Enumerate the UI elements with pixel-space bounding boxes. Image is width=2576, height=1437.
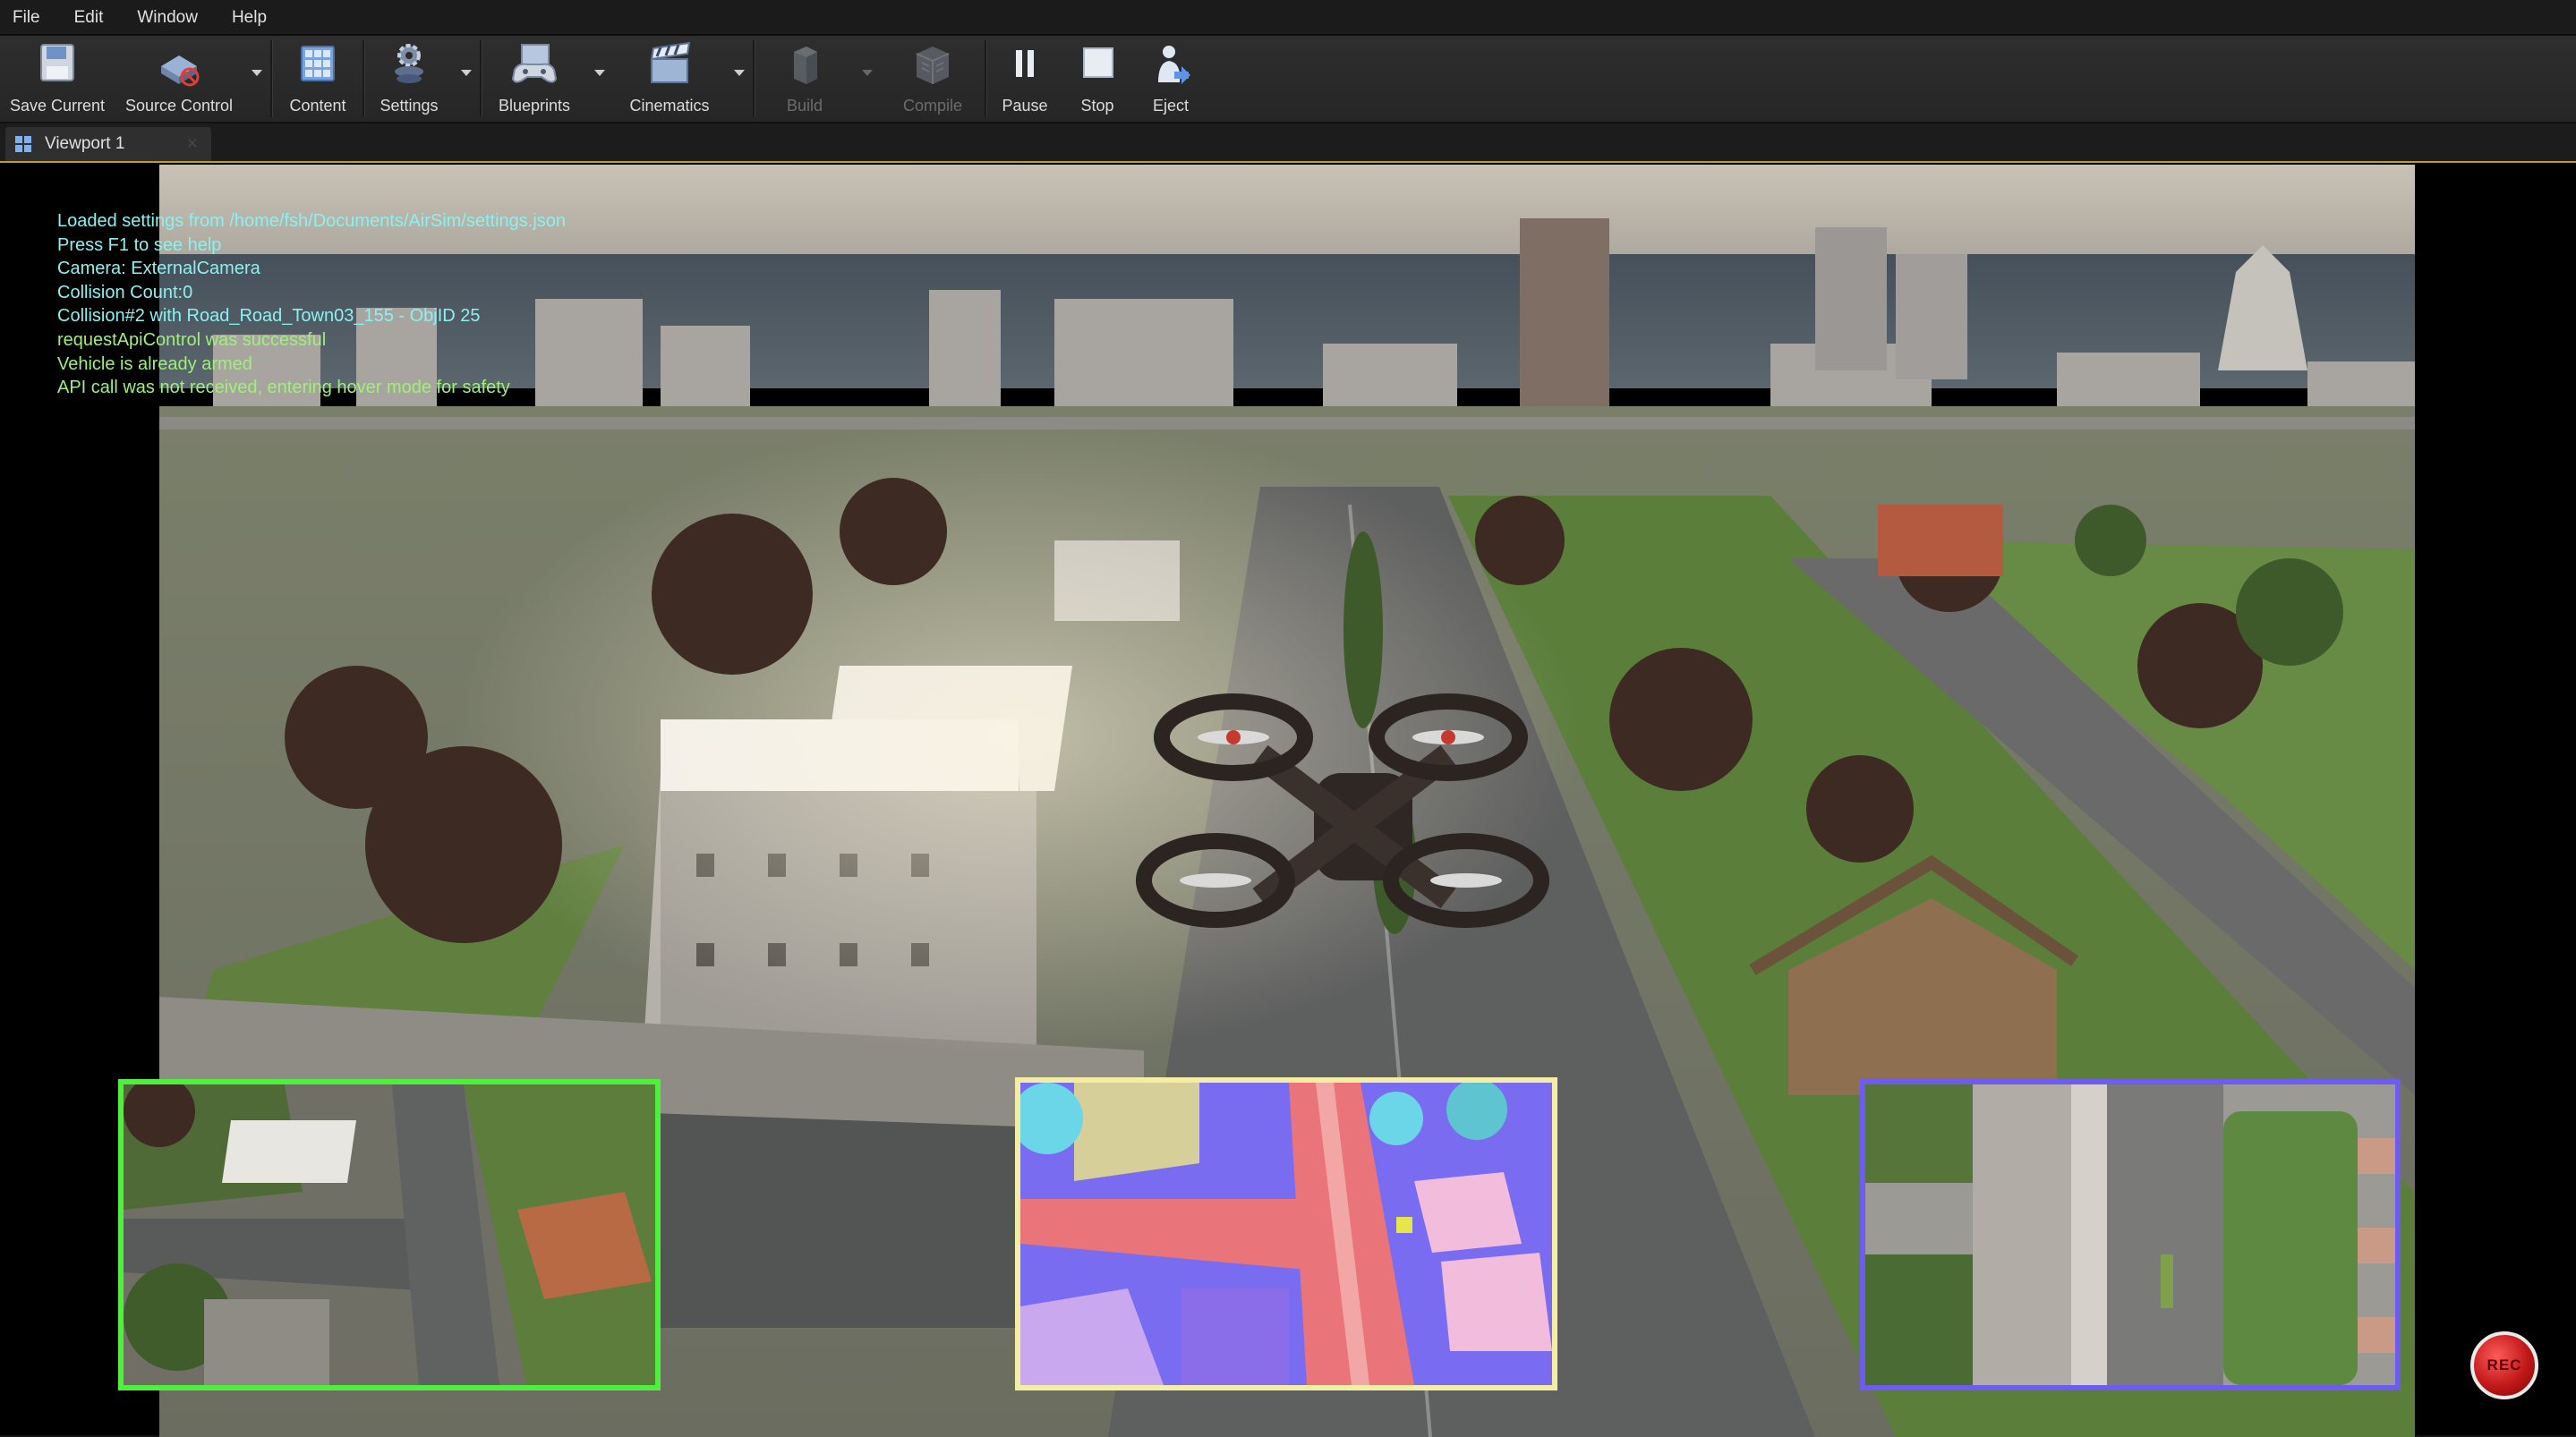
log-line: Loaded settings from /home/fsh/Documents… <box>57 211 567 231</box>
log-line: Collision#2 with Road_Road_Town03_155 - … <box>57 306 481 327</box>
chevron-down-icon <box>734 70 745 76</box>
blueprints-dropdown[interactable] <box>586 36 613 122</box>
menu-window[interactable]: Window <box>137 8 198 28</box>
cinematics-label: Cinematics <box>629 97 710 115</box>
log-line: Camera: ExternalCamera <box>57 259 260 279</box>
floppy-disk-icon <box>40 44 74 81</box>
pause-label: Pause <box>1002 97 1048 115</box>
chevron-down-icon <box>862 70 873 76</box>
settings-gears-icon <box>395 44 423 83</box>
viewport-grid-icon <box>15 136 31 152</box>
settings-dropdown[interactable] <box>453 36 480 122</box>
close-icon[interactable]: ✕ <box>186 135 199 153</box>
source-control-button[interactable]: Source Control <box>115 36 243 122</box>
clapperboard-icon <box>650 41 691 83</box>
stop-button[interactable]: Stop <box>1062 36 1132 122</box>
chevron-down-icon <box>594 70 605 76</box>
subwindow-bottom-camera <box>1860 1079 2401 1390</box>
blueprints-button[interactable]: Blueprints <box>482 36 586 122</box>
scene-camera-image <box>124 1084 655 1385</box>
source-control-label: Source Control <box>124 97 234 115</box>
menu-edit[interactable]: Edit <box>74 8 104 28</box>
segmentation-image <box>1020 1083 1552 1385</box>
pause-button[interactable]: Pause <box>987 36 1062 122</box>
content-button[interactable]: Content <box>273 36 363 122</box>
settings-button[interactable]: Settings <box>365 36 453 122</box>
save-current-label: Save Current <box>9 97 106 115</box>
subwindow-segmentation <box>1015 1077 1557 1390</box>
eject-label: Eject <box>1152 97 1190 115</box>
compile-label: Compile <box>902 97 963 115</box>
compile-cube-icon <box>916 47 950 84</box>
log-line: Collision Count:0 <box>57 282 193 302</box>
save-current-button[interactable]: Save Current <box>0 36 115 122</box>
settings-label: Settings <box>380 97 439 115</box>
menu-file[interactable]: File <box>13 8 40 28</box>
build-dropdown[interactable] <box>854 36 881 122</box>
log-line: requestApiControl was successful <box>57 329 327 350</box>
tab-viewport-1[interactable]: Viewport 1 ✕ <box>5 127 211 161</box>
build-button[interactable]: Build <box>755 36 854 122</box>
blueprint-controller-icon <box>511 44 558 83</box>
menu-bar: File Edit Window Help <box>0 0 2576 36</box>
pause-icon <box>1016 50 1034 77</box>
content-browser-icon <box>301 46 335 81</box>
tab-strip: Viewport 1 ✕ <box>0 123 2576 161</box>
compile-button[interactable]: Compile <box>881 36 985 122</box>
content-label: Content <box>289 97 346 115</box>
chevron-down-icon <box>252 70 262 76</box>
record-label: REC <box>2486 1356 2522 1373</box>
stop-icon <box>1083 47 1113 78</box>
cinematics-button[interactable]: Cinematics <box>613 36 726 122</box>
eject-person-icon <box>1158 46 1190 84</box>
record-button[interactable]: REC <box>2470 1331 2538 1399</box>
log-overlay: Loaded settings from /home/fsh/Documents… <box>57 209 566 400</box>
stop-label: Stop <box>1080 97 1114 115</box>
source-control-dropdown[interactable] <box>243 36 270 122</box>
blueprints-label: Blueprints <box>498 97 571 115</box>
main-toolbar: Save Current Source Control Content Sett… <box>0 36 2576 123</box>
build-label: Build <box>786 97 823 115</box>
subwindow-scene-camera <box>118 1079 661 1390</box>
cinematics-dropdown[interactable] <box>726 36 753 122</box>
eject-button[interactable]: Eject <box>1132 36 1209 122</box>
tab-label: Viewport 1 <box>45 134 125 153</box>
viewport[interactable]: Loaded settings from /home/fsh/Documents… <box>0 161 2576 1437</box>
source-control-disabled-icon <box>161 55 200 87</box>
menu-help[interactable]: Help <box>232 8 267 28</box>
log-line: API call was not received, entering hove… <box>57 378 510 398</box>
chevron-down-icon <box>461 70 472 76</box>
build-blocks-icon <box>794 47 817 84</box>
bottom-camera-image <box>1865 1084 2395 1385</box>
log-line: Vehicle is already armed <box>57 353 252 374</box>
log-line: Press F1 to see help <box>57 234 222 255</box>
